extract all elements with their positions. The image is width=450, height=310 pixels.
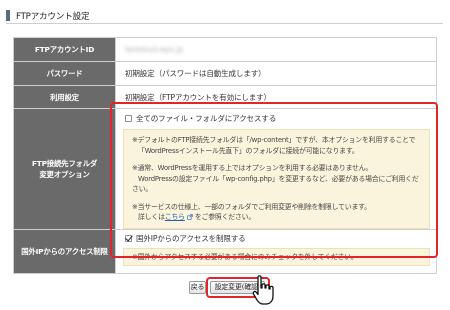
password-value: 初期設定（パスワードは自動生成します） (115, 61, 437, 86)
label-usage: 利用設定 (13, 85, 116, 109)
label-foreign-ip: 国外IPからのアクセス制限 (13, 228, 116, 274)
section-header: FTPアカウント設定 (6, 4, 443, 24)
hand-cursor-icon (252, 275, 274, 305)
account-id-value: testdoud.wpx.jp (125, 45, 183, 54)
label-account-id: FTPアカウントID (13, 37, 116, 62)
section-accent-bar (6, 10, 10, 21)
back-button[interactable]: 戻る (189, 281, 206, 294)
row-account-id: FTPアカウントID testdoud.wpx.jp (13, 37, 437, 62)
page-title: FTPアカウント設定 (16, 12, 90, 22)
label-access-folder: FTP接続先フォルダ 変更オプション (13, 108, 116, 230)
highlight-options-box (110, 102, 438, 258)
label-password: パスワード (13, 61, 116, 86)
row-password: パスワード 初期設定（パスワードは自動生成します） (13, 61, 437, 86)
